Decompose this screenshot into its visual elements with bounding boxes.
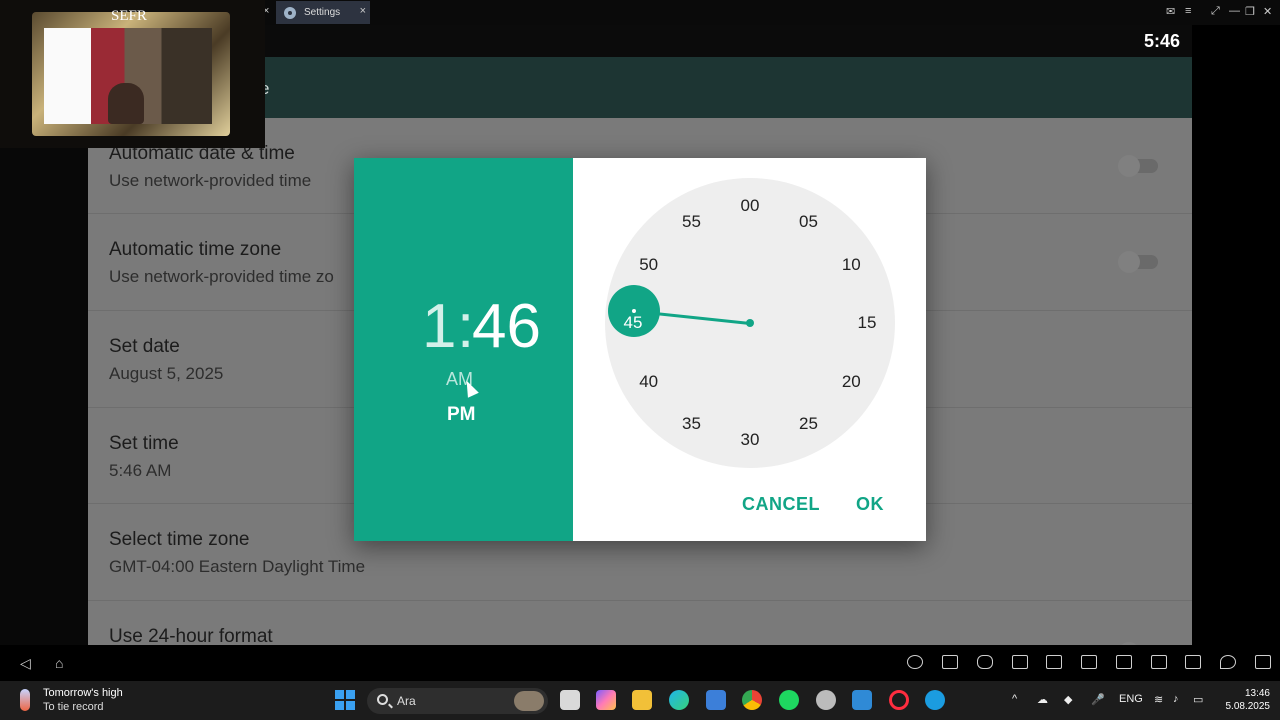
copilot-icon[interactable] [596, 690, 616, 710]
minute-label-15[interactable]: 15 [847, 311, 887, 335]
minute-label-40[interactable]: 40 [629, 370, 669, 394]
eye-icon[interactable] [907, 655, 923, 669]
hour-display[interactable]: 1 [422, 292, 456, 362]
language-indicator[interactable]: ENG [1119, 693, 1143, 705]
onedrive-icon[interactable]: ☁ [1037, 693, 1048, 706]
auto-timezone-toggle[interactable] [1118, 251, 1158, 273]
tray-chevron-icon[interactable]: ^ [1012, 693, 1017, 705]
gamepad-icon[interactable] [977, 655, 993, 669]
search-icon [377, 694, 388, 705]
store-icon[interactable] [706, 690, 726, 710]
minute-label-50[interactable]: 50 [629, 253, 669, 277]
minute-clock-face[interactable]: 00051015202530354045505545 [605, 178, 895, 468]
minute-label-25[interactable]: 25 [789, 412, 829, 436]
webcam-overlay: SEFR [0, 0, 265, 148]
keyboard-icon[interactable] [942, 655, 958, 669]
status-clock: 5:46 [1143, 31, 1180, 51]
taskbar-clock[interactable]: 13:46 5.08.2025 [1226, 687, 1271, 713]
tab-close-icon[interactable]: × [360, 5, 366, 17]
setting-use-24-hour[interactable]: Use 24-hour format [88, 601, 1192, 645]
taskbar-search[interactable]: Ara [367, 688, 548, 714]
setting-title: Automatic time zone [109, 239, 282, 260]
setting-subtitle: GMT-04:00 Eastern Daylight Time [109, 557, 366, 576]
menu-icon[interactable]: ≡ [1185, 5, 1191, 17]
microphone-icon[interactable]: 🎤 [1091, 693, 1105, 706]
setting-subtitle: 5:46 AM [109, 461, 172, 480]
wifi-icon[interactable]: ≋ [1154, 693, 1163, 706]
home-icon[interactable]: ⌂ [55, 655, 63, 671]
minute-label-20[interactable]: 20 [831, 370, 871, 394]
windows-taskbar: Tomorrow's high To tie record Ara ^ ☁ ◆ … [0, 681, 1280, 720]
screenshot-icon[interactable] [1012, 655, 1028, 669]
minute-display[interactable]: 46 [472, 292, 541, 362]
setting-subtitle: August 5, 2025 [109, 364, 224, 383]
search-highlight-icon [514, 691, 544, 711]
emulator-app-icon[interactable] [925, 690, 945, 710]
setting-subtitle: Use network-provided time [109, 171, 312, 190]
screen: × Settings × ✉ ≡ ⤢ — ❐ ✕ 5:46 e Automati… [0, 0, 1280, 720]
tab-settings-label: Settings [304, 7, 341, 18]
selector-dot [631, 308, 636, 313]
settings-gear-icon [284, 6, 296, 19]
setting-title: Select time zone [109, 529, 250, 550]
taskbar-date: 5.08.2025 [1225, 701, 1271, 712]
minute-label-35[interactable]: 35 [672, 412, 712, 436]
minute-label-10[interactable]: 10 [831, 253, 871, 277]
back-icon[interactable]: ◁ [20, 655, 31, 672]
minute-label-55[interactable]: 55 [672, 210, 712, 234]
opera-icon[interactable] [889, 690, 909, 710]
edge-icon[interactable] [669, 690, 689, 710]
setting-title: Set date [109, 336, 180, 357]
weather-title[interactable]: Tomorrow's high [43, 687, 123, 699]
setting-title: Use 24-hour format [109, 626, 273, 645]
start-button[interactable] [335, 690, 355, 710]
task-view-icon[interactable] [560, 690, 580, 710]
battery-icon[interactable]: ▭ [1193, 693, 1203, 706]
pm-toggle[interactable]: PM [447, 404, 476, 426]
mouse-cursor-icon [461, 378, 479, 398]
minimize-icon[interactable]: — [1229, 5, 1240, 17]
obs-icon[interactable] [816, 690, 836, 710]
speaker-icon[interactable]: ♪ [1173, 693, 1179, 705]
expand-icon[interactable]: ⤢ [1211, 5, 1220, 18]
crop-icon[interactable] [1116, 655, 1132, 669]
auto-date-toggle[interactable] [1118, 155, 1158, 177]
thermometer-icon[interactable] [20, 689, 30, 711]
webcam-person [108, 83, 144, 124]
webcam-label: SEFR [111, 8, 147, 24]
minute-label-05[interactable]: 05 [789, 210, 829, 234]
cancel-button[interactable]: CANCEL [742, 494, 820, 515]
tab-settings[interactable]: Settings × [276, 1, 370, 24]
selected-minute-label: 45 [623, 313, 643, 332]
volume-icon[interactable] [1046, 655, 1062, 669]
search-input[interactable]: Ara [397, 694, 416, 708]
spotify-icon[interactable] [779, 690, 799, 710]
clock-center-dot [746, 319, 754, 327]
ok-button[interactable]: OK [856, 494, 884, 515]
mail-icon[interactable]: ✉ [1166, 5, 1175, 18]
apk-icon[interactable] [1081, 655, 1097, 669]
weather-subtitle[interactable]: To tie record [43, 701, 104, 713]
chrome-icon[interactable] [742, 690, 762, 710]
taskbar-time: 13:46 [1244, 688, 1270, 699]
emulator-toolbar: ◁ ⌂ [0, 645, 1280, 681]
minute-label-30[interactable]: 30 [730, 428, 770, 452]
setting-subtitle: Use network-provided time zo [109, 267, 334, 286]
file-explorer-icon[interactable] [632, 690, 652, 710]
restore-icon[interactable]: ❐ [1245, 5, 1255, 18]
location-icon[interactable] [1220, 655, 1236, 669]
defender-icon[interactable]: ◆ [1064, 693, 1072, 706]
multi-window-icon[interactable] [1255, 655, 1271, 669]
time-picker-header: 1 : 46 AM PM [354, 158, 573, 541]
time-picker-dialog: 1 : 46 AM PM 00051015202530354045505545 … [354, 158, 926, 541]
folder-icon[interactable] [1151, 655, 1167, 669]
window-close-icon[interactable]: ✕ [1263, 5, 1272, 18]
shake-icon[interactable] [1185, 655, 1201, 669]
right-margin [1192, 25, 1280, 645]
minute-label-00[interactable]: 00 [730, 194, 770, 218]
photos-icon[interactable] [852, 690, 872, 710]
setting-title: Set time [109, 433, 179, 454]
